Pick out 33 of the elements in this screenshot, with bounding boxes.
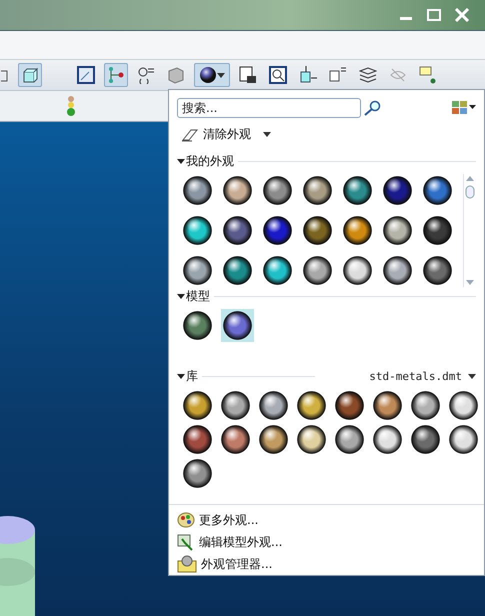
collapse-arrow-icon (177, 294, 185, 300)
eraser-icon (181, 128, 199, 142)
section-header[interactable]: 模型 (177, 288, 210, 305)
close-icon[interactable] (453, 8, 471, 22)
caret-icon (263, 132, 271, 137)
palette-icon (177, 511, 195, 529)
caret-icon (217, 72, 225, 78)
edit-box-icon (177, 533, 195, 551)
menu-item[interactable]: 外观管理器... (177, 553, 476, 575)
maximize-icon[interactable] (425, 8, 443, 22)
collapse-arrow-icon (177, 374, 185, 380)
menu-item[interactable]: 编辑模型外观... (177, 531, 476, 553)
collapse-arrow-icon (177, 158, 185, 164)
layers-icon[interactable] (359, 66, 377, 84)
scroll-thumb[interactable] (465, 185, 475, 199)
section-header[interactable]: 库 (177, 368, 198, 385)
clear-appearance-button[interactable]: 清除外观 (177, 126, 275, 143)
folder-sphere-icon (177, 555, 197, 573)
sphere-icon[interactable] (199, 66, 217, 84)
caret-icon (468, 374, 476, 379)
menu-item[interactable]: 更多外观... (177, 509, 476, 531)
shaded-cube-icon[interactable] (21, 66, 39, 84)
appearance-swatch[interactable] (221, 309, 254, 342)
view-toggle-icon[interactable] (452, 101, 476, 115)
zoom-window-icon[interactable] (269, 66, 287, 84)
search-icon[interactable] (363, 100, 381, 116)
section-header[interactable]: 我的外观 (177, 153, 234, 170)
note-pin-icon[interactable] (419, 66, 437, 84)
scrollbar[interactable] (463, 174, 476, 287)
node-graph-icon[interactable] (107, 66, 125, 84)
library-file-select[interactable]: std-metals.dmt (319, 370, 476, 383)
traffic-light-icon[interactable] (66, 95, 76, 117)
search-field[interactable]: 搜索... (177, 98, 361, 118)
